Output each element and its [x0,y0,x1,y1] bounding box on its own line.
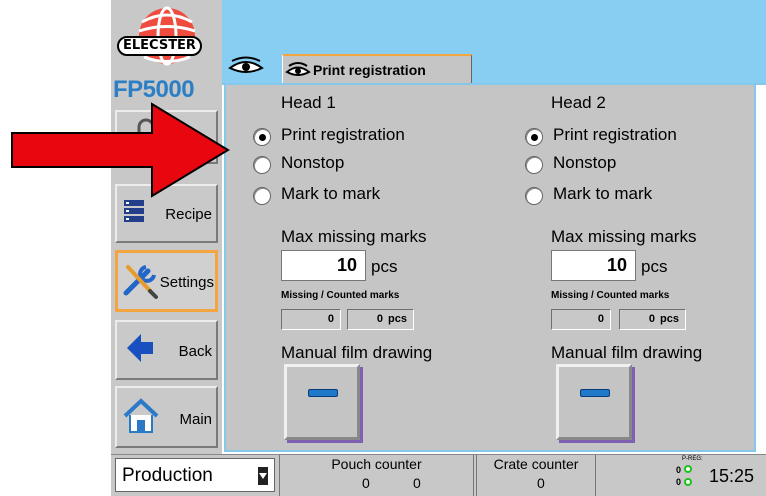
mode-value: Production [122,465,213,486]
head1-title: Head 1 [281,93,336,112]
film-bar-icon [308,389,338,397]
head2-option-label: Nonstop [553,153,617,172]
head2-option-label: Print registration [553,125,677,144]
chevron-down-icon [258,467,268,485]
nav-main-label: Main [179,411,212,428]
brand-name: ELECSTER [117,36,202,56]
top-bar [222,0,766,56]
model-name: FP5000 [113,76,195,103]
head1-missing-field: 0 [281,309,341,330]
head2-radio-print-registration[interactable] [525,128,543,146]
preg-label: P-REG: [682,456,703,462]
crate-counter-label: Crate counter [493,456,579,472]
crate-counter-value: 0 [537,475,545,491]
head1-max-missing-label: Max missing marks [281,227,427,246]
status-led-icon [684,478,692,486]
head2-counted-field: 0 pcs [619,309,686,330]
head1-radio-mark-to-mark[interactable] [253,187,271,205]
head2-missing-value: 0 [597,313,604,325]
head2-missing-field: 0 [551,309,611,330]
status-led-icon [684,465,692,473]
head2-counted-unit: pcs [660,313,679,325]
head1-manual-label: Manual film drawing [281,343,433,362]
home-icon [123,398,159,433]
panel-top-border [222,83,766,85]
preg-value-1: 0 [676,465,682,475]
preg-value-2: 0 [676,477,682,487]
crate-counter: Crate counter 0 [476,455,596,496]
head2-manual-film-button[interactable] [556,364,632,440]
pouch-counter-a: 0 [362,475,370,491]
eye-icon [228,56,264,73]
head1-missing-value: 0 [327,313,334,325]
head2-max-missing-label: Max missing marks [551,227,697,246]
head1-max-missing-value: 10 [336,255,357,275]
head1-radio-nonstop[interactable] [253,156,271,174]
head1-missing-counted-label: Missing / Counted marks [281,290,400,301]
head1-counted-unit: pcs [388,313,407,325]
head1-max-missing-input[interactable]: 10 [281,250,366,281]
nav-main-button[interactable]: Main [115,386,218,448]
arrow-left-icon [127,334,153,362]
head2-max-missing-value: 10 [606,255,627,275]
pouch-counter: Pouch counter 0 0 [279,455,474,496]
head1-counted-value: 0 [376,313,383,325]
head1-radio-print-registration[interactable] [253,128,271,146]
head2-title: Head 2 [551,93,606,112]
tab-label: Print registration [313,62,426,78]
head2-unit: pcs [641,257,668,276]
nav-settings-label: Settings [159,274,214,291]
mode-select[interactable]: Production [115,458,275,492]
nav-back-label: Back [178,343,212,360]
head2-max-missing-input[interactable]: 10 [551,250,636,281]
wrench-screwdriver-icon [123,265,158,299]
head2-radio-nonstop[interactable] [525,156,543,174]
red-arrow-icon [10,101,232,199]
pouch-counter-label: Pouch counter [331,456,422,472]
head1-option-label: Nonstop [281,153,345,172]
nav-settings-button[interactable]: Settings [115,250,218,312]
eye-icon [285,62,311,76]
head1-counted-field: 0 pcs [347,309,414,330]
pouch-counter-b: 0 [413,475,421,491]
nav-back-button[interactable]: Back [115,320,218,380]
head2-manual-label: Manual film drawing [551,343,703,362]
head2-option-label: Mark to mark [553,184,653,203]
film-bar-icon [580,389,610,397]
head2-radio-mark-to-mark[interactable] [525,187,543,205]
head1-unit: pcs [371,257,398,276]
head2-counted-value: 0 [648,313,655,325]
head1-manual-film-button[interactable] [284,364,360,440]
head2-missing-counted-label: Missing / Counted marks [551,290,670,301]
nav-recipe-label: Recipe [165,206,212,223]
list-icon [124,200,144,222]
clock: 15:25 [709,466,755,486]
head1-option-label: Print registration [281,125,405,144]
head1-option-label: Mark to mark [281,184,381,203]
